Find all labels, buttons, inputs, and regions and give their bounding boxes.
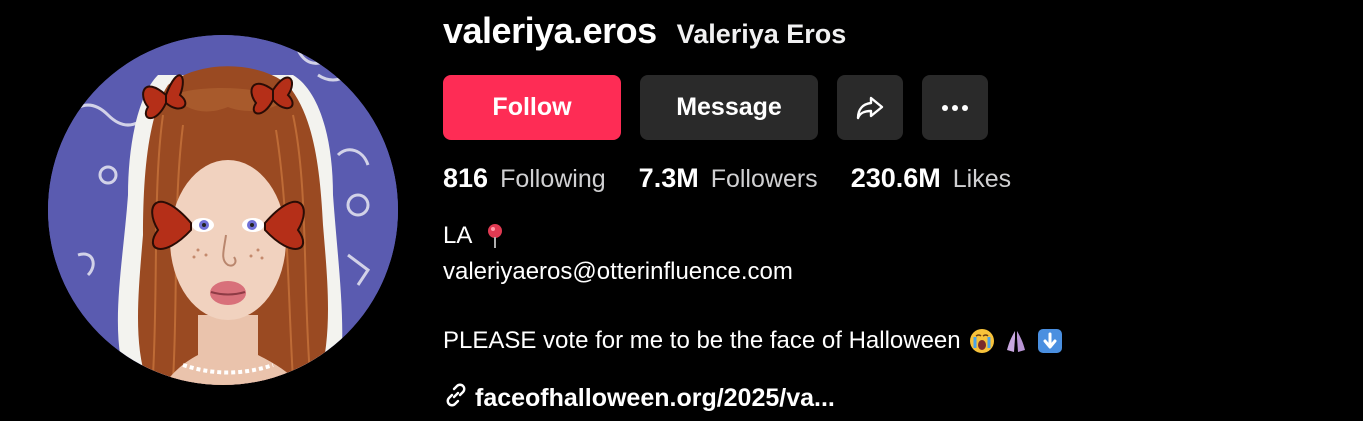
profile-actions: Follow Message xyxy=(443,75,988,140)
follow-button[interactable]: Follow xyxy=(443,75,621,140)
profile-info: valeriya.eros Valeriya Eros Follow Messa… xyxy=(443,0,1363,421)
more-dots-icon xyxy=(941,104,969,112)
bio-location: LA xyxy=(443,222,508,250)
link-text: faceofhalloween.org/2025/va... xyxy=(475,384,835,412)
location-text: LA xyxy=(443,222,473,249)
down-arrow-icon xyxy=(1037,328,1063,354)
more-button[interactable] xyxy=(922,75,988,140)
stat-value: 230.6M xyxy=(850,163,941,193)
stat-followers[interactable]: 7.3M Followers xyxy=(639,163,818,194)
crying-face-icon xyxy=(969,328,995,354)
profile-stats: 816 Following 7.3M Followers 230.6M Like… xyxy=(443,163,1011,194)
username: valeriya.eros xyxy=(443,10,657,51)
bio-email: valeriyaeros@otterinfluence.com xyxy=(443,258,793,285)
vote-text: PLEASE vote for me to be the face of Hal… xyxy=(443,327,961,354)
message-button[interactable]: Message xyxy=(640,75,818,140)
stat-label: Followers xyxy=(710,165,818,193)
link-icon xyxy=(443,382,469,415)
profile-header: valeriya.eros Valeriya Eros xyxy=(443,10,846,52)
bio-vote-text: PLEASE vote for me to be the face of Hal… xyxy=(443,327,1063,355)
avatar-illustration xyxy=(48,35,398,385)
bio-link[interactable]: faceofhalloween.org/2025/va... xyxy=(443,382,835,415)
stat-value: 816 xyxy=(443,163,489,193)
stat-value: 7.3M xyxy=(638,163,699,193)
stat-label: Following xyxy=(500,165,606,193)
profile-page: valeriya.eros Valeriya Eros Follow Messa… xyxy=(0,0,1363,421)
round-pushpin-icon xyxy=(482,223,508,249)
stat-label: Likes xyxy=(952,165,1012,193)
share-button[interactable] xyxy=(837,75,903,140)
stat-likes: 230.6M Likes xyxy=(851,163,1011,194)
share-arrow-icon xyxy=(855,95,885,121)
stat-following[interactable]: 816 Following xyxy=(443,163,606,194)
display-name: Valeriya Eros xyxy=(676,19,847,49)
folded-hands-icon xyxy=(1003,328,1029,354)
profile-avatar[interactable] xyxy=(48,35,398,385)
